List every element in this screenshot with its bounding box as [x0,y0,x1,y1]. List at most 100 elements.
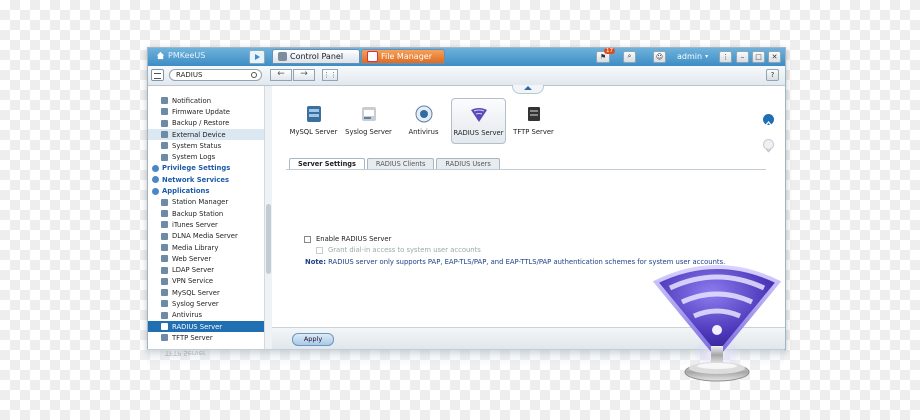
scrollbar-thumb[interactable] [266,204,271,274]
vpn-icon [161,277,168,285]
sidebar-item-label: Syslog Server [172,299,219,308]
app-label: Antivirus [408,128,439,136]
scroll-up-button[interactable] [763,114,774,126]
sidebar-item-media-library[interactable]: Media Library [148,242,266,253]
station-manager-icon [161,198,168,206]
tab-label: Control Panel [290,52,344,61]
sidebar-item-antivirus[interactable]: Antivirus [148,310,266,321]
tab-control-panel[interactable]: Control Panel [272,49,360,64]
control-panel-icon [278,52,287,61]
sidebar-item-backup-station[interactable]: Backup Station [148,208,266,219]
apply-button[interactable]: Apply [292,333,334,346]
back-arrow-icon: ← [277,69,285,79]
sidebar-item-radius-server[interactable]: RADIUS Server [148,320,266,333]
sidebar-item-system-status[interactable]: System Status [148,140,266,151]
sidebar-item-ldap-server[interactable]: LDAP Server [148,264,266,275]
tab-label: File Manager [381,52,432,61]
database-icon [306,106,321,122]
sidebar-top-spacer [148,86,266,95]
options-button[interactable]: ⋮ [719,50,732,63]
sidebar-scrollbar[interactable] [264,86,272,349]
sidebar-group-privilege-settings[interactable]: Privilege Settings [148,163,266,174]
syslog-icon [361,107,376,121]
notification-button[interactable]: ⚑ 17 [596,48,615,63]
home-icon [156,51,165,60]
app-antivirus[interactable]: Antivirus [396,98,451,144]
settings-tabs: Server Settings RADIUS Clients RADIUS Us… [289,158,502,170]
sidebar-group-network-services[interactable]: Network Services [148,174,266,185]
app-tftp-server[interactable]: TFTP Server [506,98,561,144]
ldap-icon [161,266,168,274]
sidebar-item-station-manager[interactable]: Station Manager [148,197,266,208]
radius-icon [470,108,487,122]
forward-button[interactable]: → [293,69,315,81]
search-button[interactable]: ⌕ [623,50,636,63]
sidebar-item-label: Antivirus [172,311,203,320]
sidebar-item-backup-restore[interactable]: Backup / Restore [148,118,266,129]
tab-label: RADIUS Clients [375,160,426,168]
grid-view-button[interactable]: ⋮⋮ [322,69,338,81]
sidebar-item-label: Media Library [172,243,219,252]
sidebar-item-dlna-media-server[interactable]: DLNA Media Server [148,231,266,242]
tab-file-manager[interactable]: File Manager [361,49,445,64]
sidebar-item-label: Backup / Restore [172,119,230,128]
network-icon [152,176,159,184]
sidebar-item-syslog-server[interactable]: Syslog Server [148,298,266,309]
app-syslog-server[interactable]: Syslog Server [341,98,396,144]
app-label: TFTP Server [513,128,554,136]
back-button[interactable]: ← [270,69,292,81]
grant-dialin-option: Grant dial-in access to system user acco… [316,246,481,254]
sidebar-item-label: Web Server [172,254,212,263]
app-label: Syslog Server [345,128,392,136]
maximize-button[interactable]: □ [752,50,765,63]
search-input[interactable]: RADIUS [169,69,262,81]
scroll-down-button[interactable] [763,139,774,153]
sidebar-item-label: System Status [172,141,222,150]
sidebar-item-label: Notification [172,96,211,105]
sidebar-item-firmware-update[interactable]: Firmware Update [148,106,266,117]
minimize-button[interactable]: – [736,50,749,63]
collapse-handle[interactable] [512,85,544,94]
show-desktop-button[interactable] [249,50,265,64]
help-button[interactable]: ? [766,69,779,81]
enable-radius-label: Enable RADIUS Server [316,235,392,243]
backup-restore-icon [161,119,168,127]
tftp-icon [161,334,168,342]
sidebar-item-external-device[interactable]: External Device [148,128,266,141]
sidebar: Notification Firmware Update Backup / Re… [148,86,267,349]
enable-radius-checkbox[interactable] [304,235,311,243]
sidebar-item-label: TFTP Server [172,333,213,342]
close-icon: ✕ [768,50,781,63]
sidebar-item-notification[interactable]: Notification [148,95,266,106]
enable-radius-option[interactable]: Enable RADIUS Server [304,235,391,243]
sidebar-item-itunes-server[interactable]: iTunes Server [148,219,266,230]
note-prefix: Note: [305,258,326,266]
menu-icon[interactable] [151,69,164,81]
sidebar-item-vpn-service[interactable]: VPN Service [148,276,266,287]
close-button[interactable]: ✕ [768,50,781,63]
web-server-icon [161,255,168,263]
home-button[interactable]: PMKeeUS [156,51,205,60]
user-icon: ☺ [653,50,666,63]
user-avatar[interactable]: ☺ [653,50,666,63]
app-radius-server[interactable]: RADIUS Server [451,98,506,144]
firmware-icon [161,108,168,116]
sidebar-group-label: Network Services [162,175,230,184]
maximize-icon: □ [752,50,765,63]
sidebar-item-tftp-server[interactable]: TFTP Server [148,332,266,343]
sidebar-item-web-server[interactable]: Web Server [148,253,266,264]
notification-badge: 17 [604,48,615,54]
sidebar-item-mysql-server[interactable]: MySQL Server [148,287,266,298]
grid-icon: ⋮⋮ [323,71,337,79]
sidebar-group-applications[interactable]: Applications [148,185,266,196]
sidebar-item-label: Firmware Update [172,107,230,116]
user-menu[interactable]: admin ▾ [677,50,708,63]
search-value: RADIUS [176,71,203,79]
search-icon: ⌕ [623,50,636,63]
sidebar-item-label: DLNA Media Server [172,232,238,241]
tftp-icon [527,107,540,121]
nas-name: PMKeeUS [168,51,206,60]
external-device-icon [161,131,168,139]
app-mysql-server[interactable]: MySQL Server [286,98,341,144]
sidebar-item-system-logs[interactable]: System Logs [148,151,266,162]
